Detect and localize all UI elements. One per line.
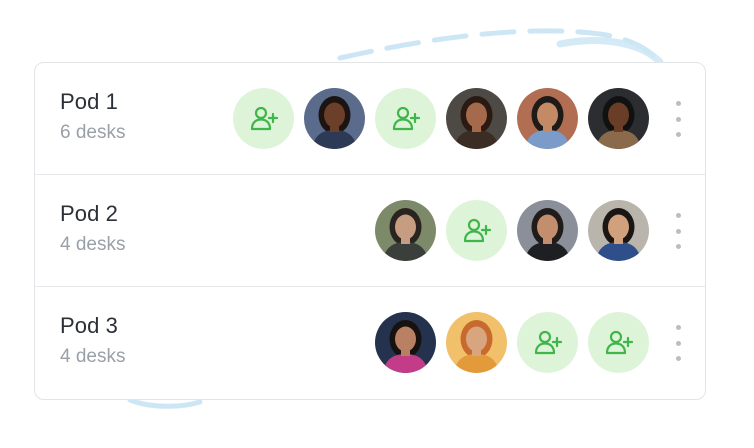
avatar-image bbox=[375, 200, 436, 261]
avatar-image bbox=[304, 88, 365, 149]
seat-list bbox=[233, 88, 649, 149]
pod-name: Pod 1 bbox=[60, 89, 118, 114]
avatar-image bbox=[517, 200, 578, 261]
add-person-button[interactable] bbox=[446, 200, 507, 261]
avatar-image bbox=[517, 88, 578, 149]
pod-info: Pod 3 4 desks bbox=[60, 313, 125, 369]
avatar-image bbox=[375, 312, 436, 373]
avatar[interactable] bbox=[446, 312, 507, 373]
more-options-icon[interactable] bbox=[671, 325, 685, 361]
avatar[interactable] bbox=[446, 88, 507, 149]
seat-list bbox=[375, 200, 649, 261]
avatar-image bbox=[588, 200, 649, 261]
add-person-button[interactable] bbox=[588, 312, 649, 373]
add-person-button[interactable] bbox=[517, 312, 578, 373]
pod-desk-count: 4 desks bbox=[60, 234, 126, 255]
pod-desk-count: 6 desks bbox=[60, 122, 126, 143]
pod-row-3[interactable]: Pod 3 4 desks bbox=[35, 287, 705, 399]
add-user-icon bbox=[392, 106, 420, 130]
avatar-image bbox=[588, 88, 649, 149]
more-options-icon[interactable] bbox=[671, 213, 685, 249]
add-user-icon bbox=[463, 218, 491, 242]
add-user-icon bbox=[534, 330, 562, 354]
pod-name: Pod 2 bbox=[60, 201, 118, 226]
avatar-image bbox=[446, 88, 507, 149]
avatar[interactable] bbox=[588, 88, 649, 149]
pod-row-2[interactable]: Pod 2 4 desks bbox=[35, 175, 705, 287]
avatar[interactable] bbox=[375, 200, 436, 261]
add-person-button[interactable] bbox=[233, 88, 294, 149]
pod-info: Pod 2 4 desks bbox=[60, 201, 125, 257]
avatar-image bbox=[446, 312, 507, 373]
pod-desk-count: 4 desks bbox=[60, 346, 126, 367]
add-user-icon bbox=[250, 106, 278, 130]
more-options-icon[interactable] bbox=[671, 101, 685, 137]
add-person-button[interactable] bbox=[375, 88, 436, 149]
pod-row-1[interactable]: Pod 1 6 desks bbox=[35, 63, 705, 175]
add-user-icon bbox=[605, 330, 633, 354]
stage: Pod 1 6 desks Pod 2 4 desks Pod 3 4 desk… bbox=[0, 0, 754, 448]
avatar[interactable] bbox=[304, 88, 365, 149]
pod-name: Pod 3 bbox=[60, 313, 118, 338]
avatar[interactable] bbox=[588, 200, 649, 261]
seat-list bbox=[375, 312, 649, 373]
avatar[interactable] bbox=[517, 200, 578, 261]
pods-card: Pod 1 6 desks Pod 2 4 desks Pod 3 4 desk… bbox=[34, 62, 706, 400]
avatar[interactable] bbox=[517, 88, 578, 149]
avatar[interactable] bbox=[375, 312, 436, 373]
pod-info: Pod 1 6 desks bbox=[60, 89, 125, 145]
